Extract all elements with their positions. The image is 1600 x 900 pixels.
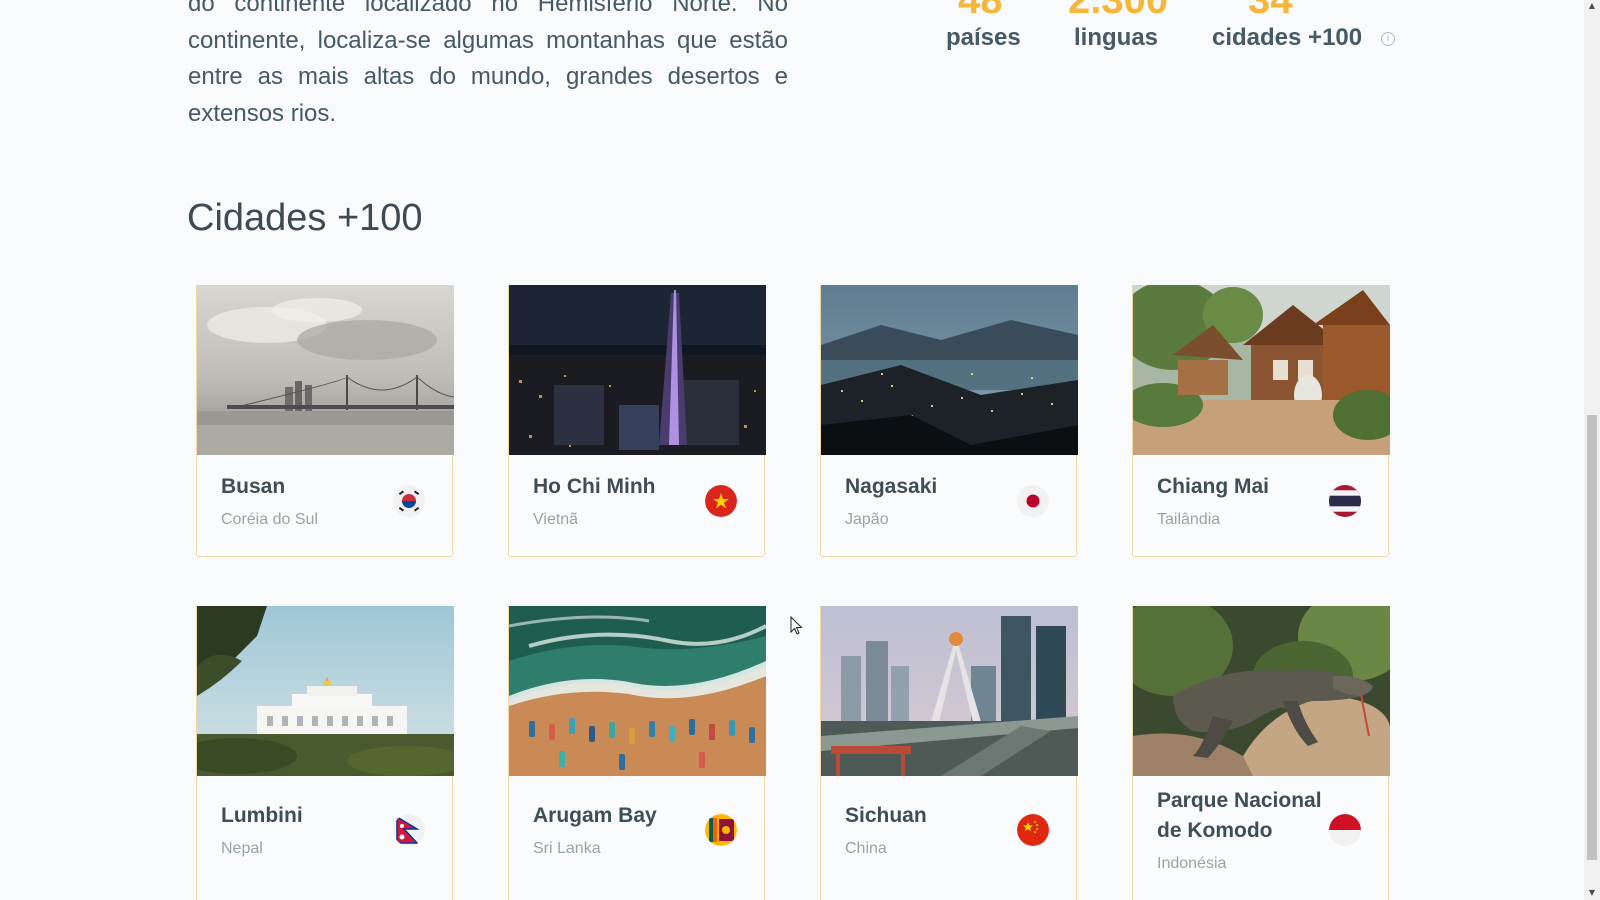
city-photo	[197, 285, 454, 455]
south-korea-flag-icon	[393, 485, 425, 517]
scroll-down-icon[interactable]: ▼	[1588, 889, 1596, 897]
continent-description: do continente localizado no Hemisfério N…	[188, 0, 788, 127]
nepal-flag-icon	[393, 814, 425, 846]
city-name: Nagasaki	[845, 475, 938, 498]
stat-number-cities: 34	[1248, 0, 1293, 22]
sri-lanka-flag-icon	[705, 814, 737, 846]
mouse-cursor-icon	[790, 616, 803, 635]
city-photo	[821, 285, 1078, 455]
scroll-up-icon[interactable]: ▲	[1588, 2, 1596, 10]
country-name: Tailândia	[1157, 511, 1221, 528]
city-name: Ho Chi Minh	[533, 475, 656, 498]
city-name: Busan	[221, 475, 286, 498]
section-title: Cidades +100	[187, 197, 423, 239]
page-scrollbar[interactable]: ▲ ▼	[1584, 0, 1600, 900]
country-name: China	[845, 840, 887, 857]
city-name: Parque Nacional de Komodo	[1157, 789, 1322, 842]
vietnam-flag-icon	[705, 485, 737, 517]
country-name: Coréia do Sul	[221, 511, 318, 528]
indonesia-flag-icon	[1329, 814, 1361, 846]
city-photo	[509, 606, 766, 776]
city-name: Chiang Mai	[1157, 475, 1270, 498]
country-name: Sri Lanka	[533, 840, 601, 857]
country-name: Indonésia	[1157, 855, 1227, 872]
city-photo	[1133, 285, 1390, 455]
city-card-sichuan[interactable]: Sichuan China	[820, 606, 1078, 900]
city-card-lumbini[interactable]: Lumbini Nepal	[196, 606, 454, 900]
stat-number-countries: 48	[958, 0, 1003, 22]
city-card-chiang-mai[interactable]: Chiang Mai Tailândia	[1132, 285, 1390, 557]
page-viewport: do continente localizado no Hemisfério N…	[0, 0, 1584, 900]
city-card-arugam-bay[interactable]: Arugam Bay Sri Lanka	[508, 606, 766, 900]
stat-label-countries: países	[946, 24, 1021, 51]
country-name: Nepal	[221, 840, 263, 857]
china-flag-icon	[1017, 814, 1049, 846]
city-name: Arugam Bay	[533, 804, 657, 827]
scrollbar-thumb[interactable]	[1587, 415, 1597, 860]
city-name: Sichuan	[845, 804, 927, 827]
info-icon[interactable]: i	[1381, 32, 1395, 46]
country-name: Vietnã	[533, 511, 579, 528]
city-name: Lumbini	[221, 804, 303, 827]
city-photo	[509, 285, 766, 455]
stat-number-languages: 2.300	[1068, 0, 1169, 22]
city-photo	[197, 606, 454, 776]
thailand-flag-icon	[1329, 485, 1361, 517]
japan-flag-icon	[1017, 485, 1049, 517]
city-card-ho-chi-minh[interactable]: Ho Chi Minh Vietnã	[508, 285, 766, 557]
city-photo	[1133, 606, 1390, 776]
city-card-komodo[interactable]: Parque Nacional de Komodo Indonésia	[1132, 606, 1390, 900]
stat-label-cities: cidades +100	[1212, 24, 1363, 51]
country-name: Japão	[845, 511, 889, 528]
city-photo	[821, 606, 1078, 776]
city-card-busan[interactable]: Busan Coréia do Sul	[196, 285, 454, 557]
stat-label-languages: linguas	[1074, 24, 1159, 51]
city-card-nagasaki[interactable]: Nagasaki Japão	[820, 285, 1078, 557]
